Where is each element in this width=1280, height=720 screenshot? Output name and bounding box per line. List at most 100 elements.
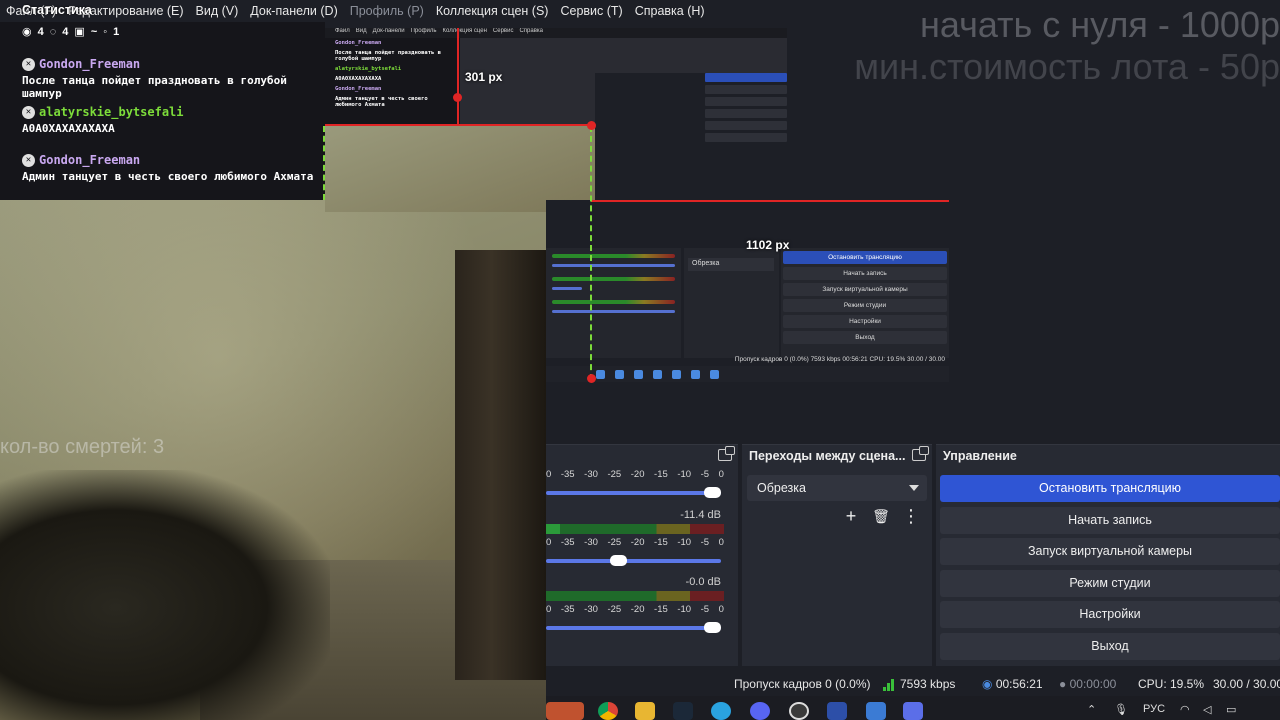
nested-buttons bbox=[705, 73, 787, 212]
nested-chat-user: Gondon_Freeman bbox=[335, 86, 382, 92]
nested-mixer bbox=[546, 248, 681, 358]
nested-controls: Остановить трансляцию Начать запись Запу… bbox=[781, 248, 949, 358]
telegram-icon[interactable] bbox=[711, 702, 731, 720]
nested-chat-text: После танца пойдет праздновать в голубой… bbox=[335, 50, 441, 62]
volume-knob[interactable] bbox=[610, 555, 627, 566]
nested-ctrl-button: Режим студии bbox=[783, 299, 947, 312]
folder-icon[interactable] bbox=[635, 702, 655, 720]
volume-knob[interactable] bbox=[704, 622, 721, 633]
nested-chat-user: Gondon_Freeman bbox=[335, 40, 382, 46]
chat-text: Админ танцует в честь своего любимого Ах… bbox=[22, 170, 314, 183]
webcam-feed: кол-во смертей: 3 bbox=[0, 200, 546, 720]
chat-message: ✕ Gondon_Freeman Админ танцует в честь св… bbox=[22, 153, 313, 183]
nested-taskbar bbox=[546, 366, 949, 382]
level-meter bbox=[546, 591, 724, 601]
audio-mixer-panel: 0 -35 -30 -25 -20 -15 -10 -5 0 -11.4 dB 0 -35 -30-… bbox=[546, 444, 738, 666]
cpu-usage: CPU: 19.5% bbox=[1138, 677, 1205, 691]
min-lot-text: мин.стоимость лота - 50р bbox=[854, 46, 1280, 87]
menu-view[interactable]: Вид (V) bbox=[190, 4, 245, 18]
chatters-count: 4 bbox=[62, 25, 69, 38]
resize-handle[interactable] bbox=[587, 121, 596, 130]
statistics-title: Статистика bbox=[22, 3, 92, 17]
menu-tools[interactable]: Сервис (T) bbox=[554, 4, 628, 18]
nested-obs bbox=[595, 73, 787, 212]
controls-panel: Управление Остановить трансляцию Начать … bbox=[936, 444, 1280, 666]
menu-profile[interactable]: Профиль (P) bbox=[344, 4, 430, 18]
nested-menu: Файл Вид Док-панели Профиль Коллекция сцен Се… bbox=[325, 28, 787, 38]
record-time: 00:00:00 bbox=[1069, 677, 1117, 691]
record-icon: ● bbox=[1059, 677, 1067, 691]
nested-ctrl-button: Настройки bbox=[783, 315, 947, 328]
popout-icon[interactable] bbox=[912, 446, 929, 461]
menu-help[interactable]: Справка (H) bbox=[629, 4, 711, 18]
obs-icon[interactable] bbox=[789, 702, 809, 720]
microphone-icon[interactable]: 🎙 bbox=[1114, 703, 1128, 716]
guide-line bbox=[325, 124, 591, 126]
bitrate-status: 7593 kbps bbox=[883, 677, 955, 691]
start-recording-button[interactable]: Начать запись bbox=[940, 507, 1280, 534]
chat-username: Gondon_Freeman bbox=[39, 57, 141, 71]
more-icon[interactable]: ⋮ bbox=[902, 507, 920, 525]
chat-text: А0А0ХАХАХАХАХА bbox=[22, 122, 115, 135]
nested-ctrl-button: Начать запись bbox=[783, 267, 947, 280]
mixer-header bbox=[546, 445, 738, 467]
nested-status: Пропуск кадров 0 (0.0%) 7593 kbps 00:56:… bbox=[734, 355, 945, 363]
transition-tools: + 🗑 ⋮ bbox=[842, 507, 920, 525]
nested-transitions: Обрезка bbox=[684, 248, 779, 358]
speaker-icon[interactable]: ◁ bbox=[1203, 703, 1211, 716]
discord-icon[interactable] bbox=[750, 702, 770, 720]
meter-ticks: 0 -35 -30 -25 -20 -15 -10 -5 0 bbox=[546, 537, 724, 548]
taskbar: ⌃ 🎙 РУС ◠ ◁ ▭ bbox=[546, 696, 1280, 720]
menu-bar: Файл (F) Редактирование (E) Вид (V) Док-… bbox=[0, 0, 845, 22]
add-icon[interactable]: + bbox=[842, 507, 860, 525]
nested-transition-select: Обрезка bbox=[688, 258, 774, 271]
dock-area: 0 -35 -30 -25 -20 -15 -10 -5 0 -11.4 dB 0 -35 -30-… bbox=[546, 382, 1280, 672]
user-badge-icon: ✕ bbox=[22, 57, 35, 71]
transition-select[interactable]: Обрезка bbox=[747, 475, 927, 501]
resize-handle[interactable] bbox=[453, 93, 462, 102]
app-icon[interactable] bbox=[866, 702, 886, 720]
cam-cabinet bbox=[455, 250, 546, 680]
nested-ctrl-button: Остановить трансляцию bbox=[783, 251, 947, 264]
volume-slider[interactable] bbox=[546, 487, 721, 498]
death-counter: кол-во смертей: 3 bbox=[0, 436, 165, 458]
trash-icon[interactable]: 🗑 bbox=[872, 507, 890, 525]
nested-ctrl-button: Запуск виртуальной камеры bbox=[783, 283, 947, 296]
chat-username: alatyrskie_bytsefali bbox=[39, 105, 184, 119]
start-virtual-camera-button[interactable]: Запуск виртуальной камеры bbox=[940, 538, 1280, 565]
studio-mode-button[interactable]: Режим студии bbox=[940, 570, 1280, 597]
bits-icon: ▣ bbox=[74, 26, 85, 38]
chat-text: После танца пойдет праздновать в голубой… bbox=[22, 74, 287, 100]
nested-preview-bottom: Обрезка Остановить трансляцию Начать зап… bbox=[546, 200, 949, 382]
steam-icon[interactable] bbox=[673, 702, 693, 720]
settings-button[interactable]: Настройки bbox=[940, 601, 1280, 628]
nested-ctrl-button: Выход bbox=[783, 331, 947, 344]
wifi-icon[interactable]: ◠ bbox=[1180, 703, 1190, 716]
volume-slider[interactable] bbox=[546, 622, 721, 633]
app-thumbnail-icon[interactable] bbox=[546, 702, 584, 720]
exit-button[interactable]: Выход bbox=[940, 633, 1280, 660]
volume-knob[interactable] bbox=[704, 487, 721, 498]
cam-chair bbox=[0, 470, 330, 720]
menu-scene-collection[interactable]: Коллекция сцен (S) bbox=[430, 4, 555, 18]
language-indicator[interactable]: РУС bbox=[1143, 703, 1165, 715]
chrome-icon[interactable] bbox=[598, 702, 618, 720]
resize-handle[interactable] bbox=[587, 374, 596, 383]
chatters-icon: ◌ bbox=[49, 25, 57, 38]
menu-docks[interactable]: Док-панели (D) bbox=[244, 4, 343, 18]
volume-slider[interactable] bbox=[546, 555, 721, 566]
bitrate-value: 7593 kbps bbox=[900, 677, 956, 691]
meter-ticks: 0 -35 -30 -25 -20 -15 -10 -5 0 bbox=[546, 469, 724, 480]
stop-streaming-button[interactable]: Остановить трансляцию bbox=[940, 475, 1280, 502]
app-icon[interactable] bbox=[903, 702, 923, 720]
battery-icon[interactable]: ▭ bbox=[1226, 703, 1236, 716]
chevron-up-icon[interactable]: ⌃ bbox=[1087, 703, 1096, 716]
stats-app-icon[interactable] bbox=[827, 702, 847, 720]
popout-icon[interactable] bbox=[718, 446, 735, 461]
chevron-down-icon bbox=[909, 485, 919, 491]
nested-preview-top: Файл Вид Док-панели Профиль Коллекция сцен Се… bbox=[325, 28, 787, 212]
bits-count: ~ bbox=[90, 25, 98, 38]
stream-time: 00:56:21 bbox=[995, 677, 1043, 691]
nested-chat-text: А0А0ХАХАХАХАХА bbox=[335, 76, 382, 82]
transitions-header: Переходы между сцена... bbox=[742, 445, 932, 467]
